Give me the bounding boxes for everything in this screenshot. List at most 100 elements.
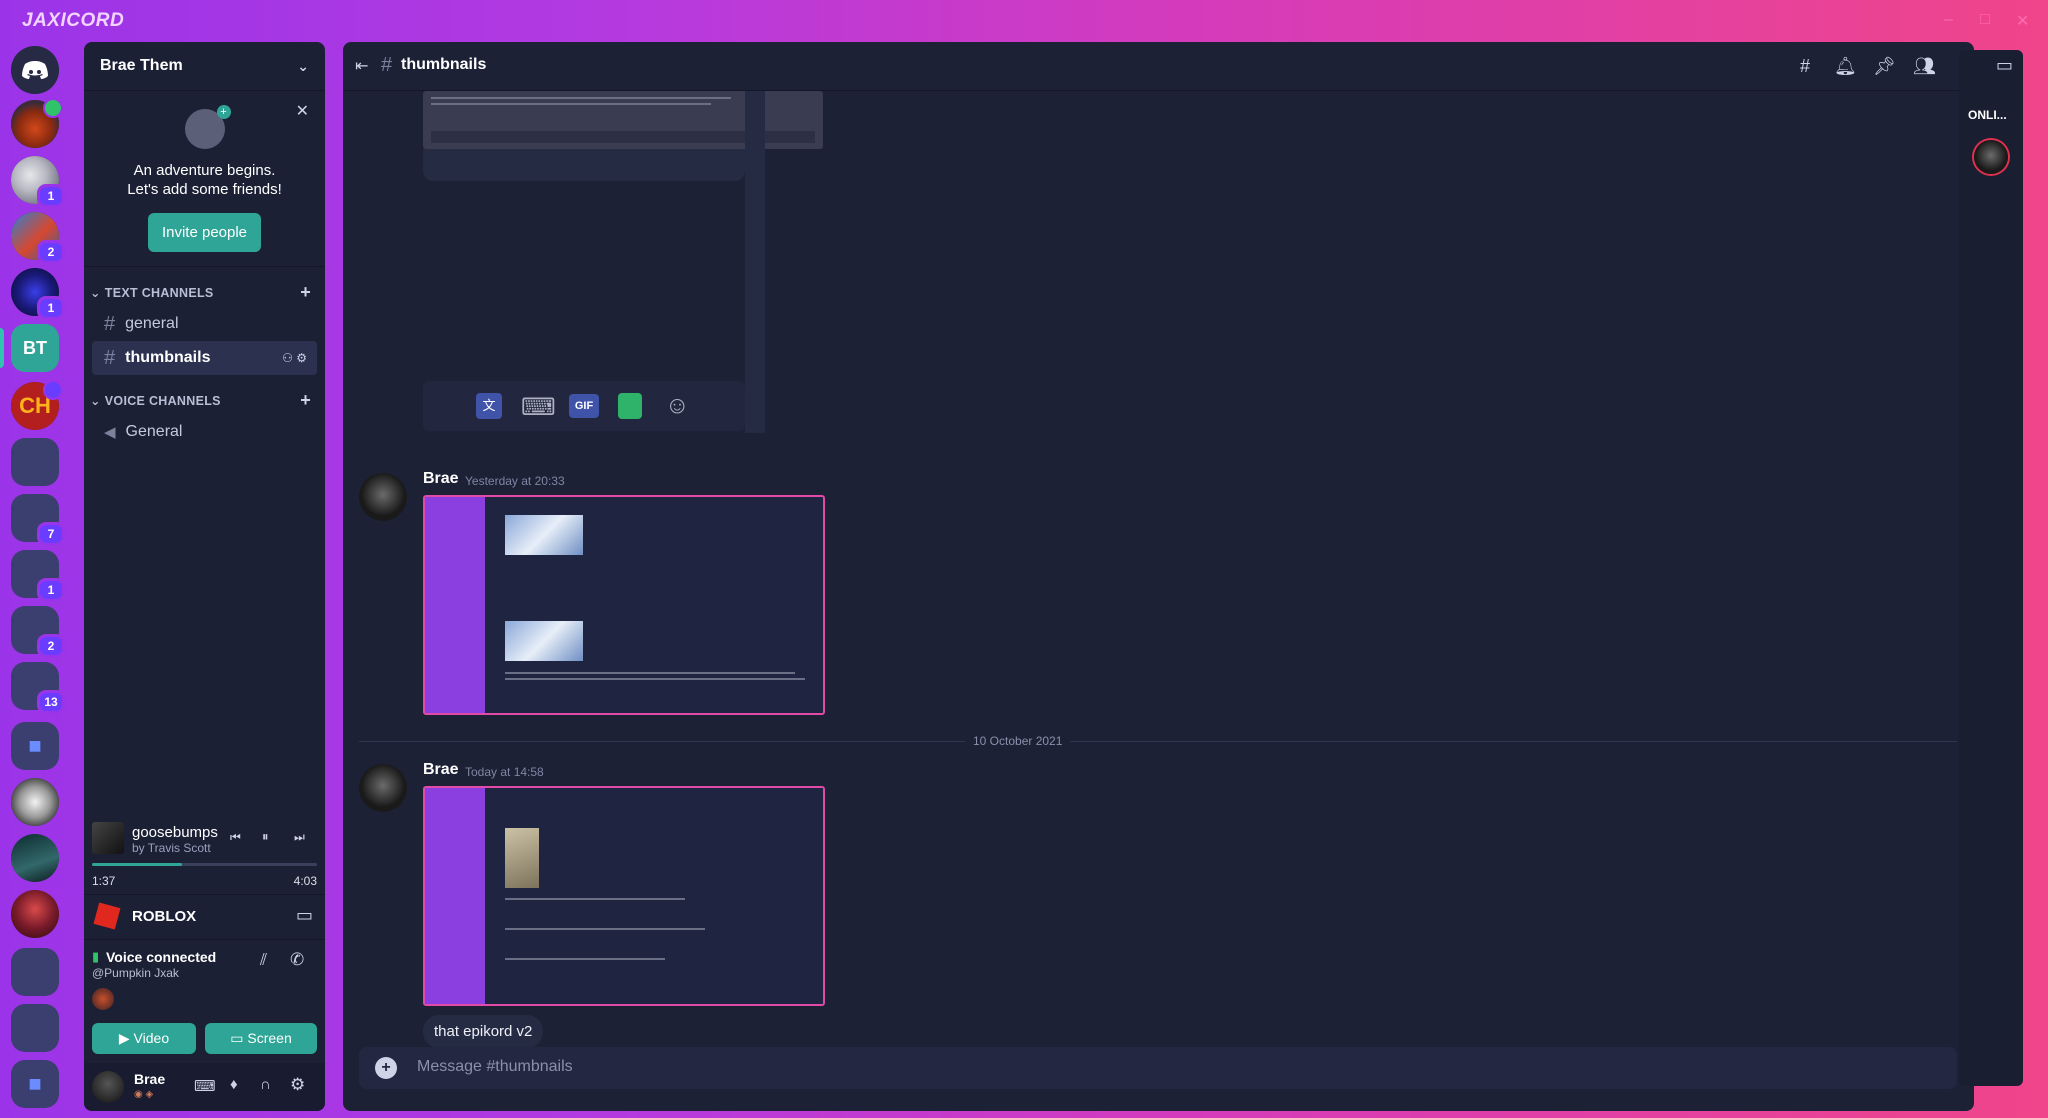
user-name: Brae	[134, 1071, 166, 1087]
chevron-down-icon: ⌄	[90, 393, 101, 408]
close-window-button[interactable]: ✕	[2016, 11, 2029, 31]
avatar	[92, 988, 114, 1010]
chevron-down-icon: ⌄	[90, 285, 101, 300]
collapse-sidebar-icon[interactable]: ⇤	[355, 56, 368, 76]
disconnect-icon[interactable]: ✆	[290, 950, 304, 970]
previous-track-icon[interactable]: ⏮	[230, 830, 241, 845]
home-button[interactable]	[11, 46, 59, 94]
pin-icon[interactable]: 📌︎	[1873, 55, 1896, 77]
message-text: that epikord v2	[423, 1015, 544, 1048]
server-folder[interactable]: 1	[11, 550, 65, 602]
message-list: 文 ⌨ GIF ☺ Brae Yesterday at 20:33 10 Oct…	[343, 91, 1970, 1081]
invite-people-button[interactable]: Invite people	[147, 213, 262, 252]
user-panel: Brae ◉ ◈ ⌨ ♦ ∩ ⚙	[84, 1063, 325, 1111]
roblox-icon	[93, 902, 121, 930]
server-icon[interactable]: 1	[11, 268, 65, 320]
inbox-icon[interactable]: ▭	[1996, 55, 2013, 76]
server-folder[interactable]	[11, 438, 59, 486]
headphones-icon[interactable]: ∩	[260, 1076, 271, 1093]
server-folder[interactable]	[11, 948, 59, 996]
server-icon[interactable]	[11, 834, 59, 882]
maximize-button[interactable]: □	[1980, 11, 1990, 29]
add-channel-icon[interactable]: +	[300, 282, 311, 303]
avatar[interactable]	[1974, 140, 2008, 174]
discord-logo-icon	[11, 46, 59, 94]
channel-label: general	[125, 315, 179, 332]
speaker-icon: ◀	[104, 424, 116, 441]
activity-game: ROBLOX	[132, 908, 197, 925]
category-label: TEXT CHANNELS	[104, 285, 214, 300]
avatar[interactable]	[92, 1071, 124, 1103]
message-author[interactable]: Brae	[423, 761, 459, 779]
translate-icon[interactable]: 文	[476, 393, 502, 419]
server-folder[interactable]: 7	[11, 494, 65, 546]
server-icon[interactable]: 2	[11, 212, 65, 264]
noise-suppression-icon[interactable]: ⫽	[260, 952, 267, 970]
friends-illustration-icon: +	[184, 105, 231, 149]
message-composer: +	[359, 1047, 1957, 1089]
server-icon-bt[interactable]: BT	[0, 324, 59, 372]
add-member-icon[interactable]: ⚇	[282, 351, 293, 365]
server-header[interactable]: Brae Them ⌄	[84, 42, 325, 91]
message-author[interactable]: Brae	[423, 470, 459, 488]
unread-badge: 13	[37, 690, 65, 714]
bell-icon[interactable]: 🔔︎	[1834, 55, 1857, 77]
server-icon[interactable]: CH	[11, 380, 63, 430]
channel-general[interactable]: # general	[92, 307, 317, 341]
gear-icon[interactable]: ⚙	[290, 1075, 305, 1095]
avatar[interactable]	[359, 764, 407, 812]
unread-badge: 1	[37, 184, 65, 208]
embedded-image[interactable]	[423, 786, 825, 1006]
server-folder[interactable]: 13	[11, 662, 65, 714]
server-icon[interactable]	[11, 778, 59, 826]
microphone-icon[interactable]: ♦	[230, 1076, 238, 1093]
next-track-icon[interactable]: ⏭	[294, 830, 305, 845]
progress-bar[interactable]	[92, 863, 317, 866]
embedded-image[interactable]	[423, 495, 825, 715]
message-input[interactable]	[415, 1057, 1819, 1077]
minimize-button[interactable]: –	[1944, 11, 1953, 29]
app-brand: JAXICORD	[22, 10, 125, 31]
keyboard-icon[interactable]: ⌨	[521, 393, 556, 422]
close-icon[interactable]: ✕	[296, 101, 309, 121]
voice-channel-general[interactable]: ◀ General	[92, 415, 317, 449]
server-icon[interactable]	[11, 98, 63, 148]
server-icon[interactable]	[11, 890, 59, 938]
server-folder[interactable]	[11, 1004, 59, 1052]
status-emoji-icon: ◉ ◈	[134, 1089, 154, 1100]
track-artist: by Travis Scott	[132, 841, 211, 855]
screen-share-icon	[43, 380, 63, 400]
album-art	[92, 822, 124, 854]
server-icon[interactable]: 1	[11, 156, 65, 208]
add-channel-icon[interactable]: +	[300, 390, 311, 411]
gif-icon[interactable]: GIF	[569, 394, 599, 418]
server-folder[interactable]: ■	[11, 1060, 59, 1108]
screen-button[interactable]: ▭ Screen	[205, 1023, 317, 1054]
emoji-icon[interactable]: ☺	[665, 392, 690, 420]
channel-thumbnails[interactable]: # thumbnails ⚇ ⚙	[92, 341, 317, 375]
add-attachment-icon[interactable]: +	[375, 1057, 397, 1079]
server-initials: BT	[11, 324, 59, 372]
server-rail: 1 2 1 BT CH 7 1 2 13 ■ ■	[0, 42, 80, 1118]
video-button[interactable]: ▶ Video	[92, 1023, 196, 1054]
monitor-icon[interactable]: ▭	[296, 905, 313, 926]
text-channels-category[interactable]: ⌄ TEXT CHANNELS +	[84, 281, 325, 303]
channel-label: General	[125, 423, 183, 440]
avatar[interactable]	[359, 473, 407, 521]
sticker-icon[interactable]	[618, 393, 642, 419]
server-folder[interactable]: ■	[11, 722, 59, 770]
welcome-card: ✕ + An adventure begins. Let's add some …	[84, 91, 325, 267]
gamepad-icon[interactable]: ⌨	[194, 1077, 216, 1095]
channel-label: thumbnails	[125, 349, 211, 366]
voice-channels-category[interactable]: ⌄ VOICE CHANNELS +	[84, 389, 325, 411]
threads-icon[interactable]: #	[1794, 55, 1816, 77]
unread-badge: 2	[37, 240, 65, 264]
server-folder[interactable]: 2	[11, 606, 65, 658]
category-label: VOICE CHANNELS	[104, 393, 221, 408]
hash-icon: #	[381, 54, 393, 76]
video-label: Video	[133, 1030, 170, 1046]
gear-icon[interactable]: ⚙	[296, 351, 307, 365]
channel-header: ⇤ # thumbnails # 🔔︎ 📌︎ 👥︎ ⌕ ▭	[343, 42, 1974, 91]
pause-icon[interactable]: ⏸	[262, 829, 269, 845]
members-icon[interactable]: 👥︎	[1913, 55, 1936, 77]
